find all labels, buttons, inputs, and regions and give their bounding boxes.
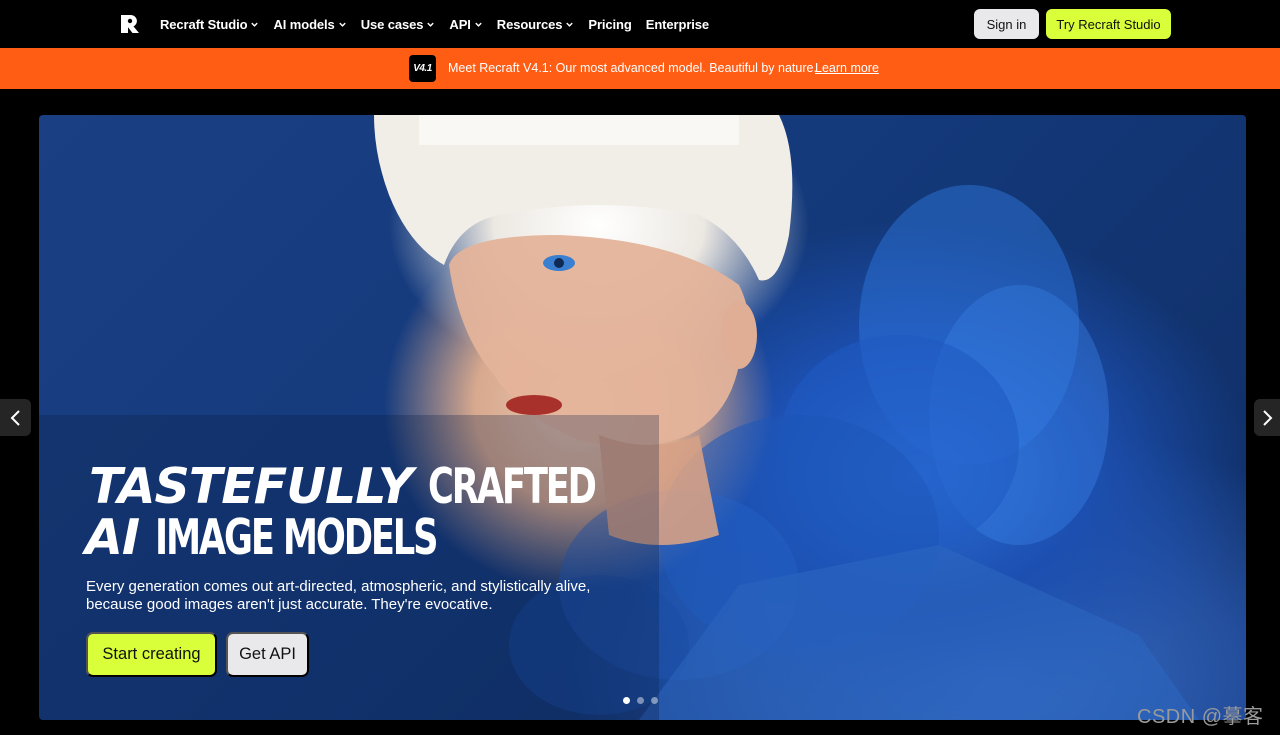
top-navigation: Recraft Studio AI models Use cases API R… (0, 0, 1280, 48)
chevron-left-icon (10, 409, 20, 426)
carousel-dot[interactable] (637, 697, 644, 704)
nav-item-use-cases[interactable]: Use cases (361, 17, 436, 32)
chevron-right-icon (1263, 409, 1273, 426)
headline-thin-word: IMAGE MODELS (155, 509, 438, 566)
try-recraft-studio-button[interactable]: Try Recraft Studio (1046, 9, 1171, 39)
chevron-down-icon (566, 22, 574, 27)
watermark: CSDN @摹客 (1137, 706, 1264, 728)
nav-item-label: API (449, 16, 471, 32)
chevron-down-icon (251, 22, 259, 27)
headline-thin-word: CRAFTED (428, 458, 597, 515)
nav-item-label: Recraft Studio (160, 16, 248, 32)
chevron-down-icon (475, 22, 482, 27)
carousel-dot[interactable] (651, 697, 658, 704)
main-nav: Recraft Studio AI models Use cases API R… (160, 0, 723, 48)
nav-item-label: AI models (273, 16, 335, 32)
nav-item-label: Use cases (360, 16, 424, 32)
hero-headline-line-1: TASTEFULLY CRAFTED (89, 462, 660, 512)
chevron-down-icon (338, 22, 346, 27)
headline-bold-word: AI (85, 509, 140, 566)
headline-bold-word: TASTEFULLY (89, 458, 413, 515)
nav-item-recraft-studio[interactable]: Recraft Studio (160, 17, 259, 32)
sign-in-button[interactable]: Sign in (974, 9, 1039, 39)
nav-item-pricing[interactable]: Pricing (588, 17, 631, 32)
nav-item-label: Enterprise (645, 16, 710, 32)
carousel-prev-button[interactable] (0, 399, 31, 436)
carousel-pagination (623, 697, 658, 704)
nav-item-resources[interactable]: Resources (497, 17, 575, 32)
nav-item-enterprise[interactable]: Enterprise (646, 17, 709, 32)
announcement-banner: V4.1 Meet Recraft V4.1: Our most advance… (0, 48, 1280, 89)
recraft-logo-icon[interactable] (118, 12, 142, 36)
carousel-dot[interactable] (623, 697, 630, 704)
get-api-button[interactable]: Get API (226, 632, 309, 677)
nav-item-label: Resources (496, 16, 563, 32)
learn-more-link[interactable]: Learn more (815, 61, 879, 75)
banner-text: Meet Recraft V4.1: Our most advanced mod… (448, 61, 817, 75)
hero-subtext: Every generation comes out art-directed,… (86, 578, 591, 613)
hero-image (39, 115, 1199, 720)
version-badge: V4.1 (409, 55, 436, 82)
nav-item-ai-models[interactable]: AI models (273, 17, 346, 32)
chevron-down-icon (427, 22, 435, 27)
start-creating-button[interactable]: Start creating (86, 632, 217, 677)
hero-headline-line-2: AI IMAGE MODELS (85, 513, 546, 563)
carousel-next-button[interactable] (1254, 399, 1280, 436)
nav-item-label: Pricing (588, 16, 632, 32)
nav-item-api[interactable]: API (449, 17, 482, 32)
hero-carousel-slide: TASTEFULLY CRAFTED AI IMAGE MODELS Every… (39, 115, 1246, 720)
